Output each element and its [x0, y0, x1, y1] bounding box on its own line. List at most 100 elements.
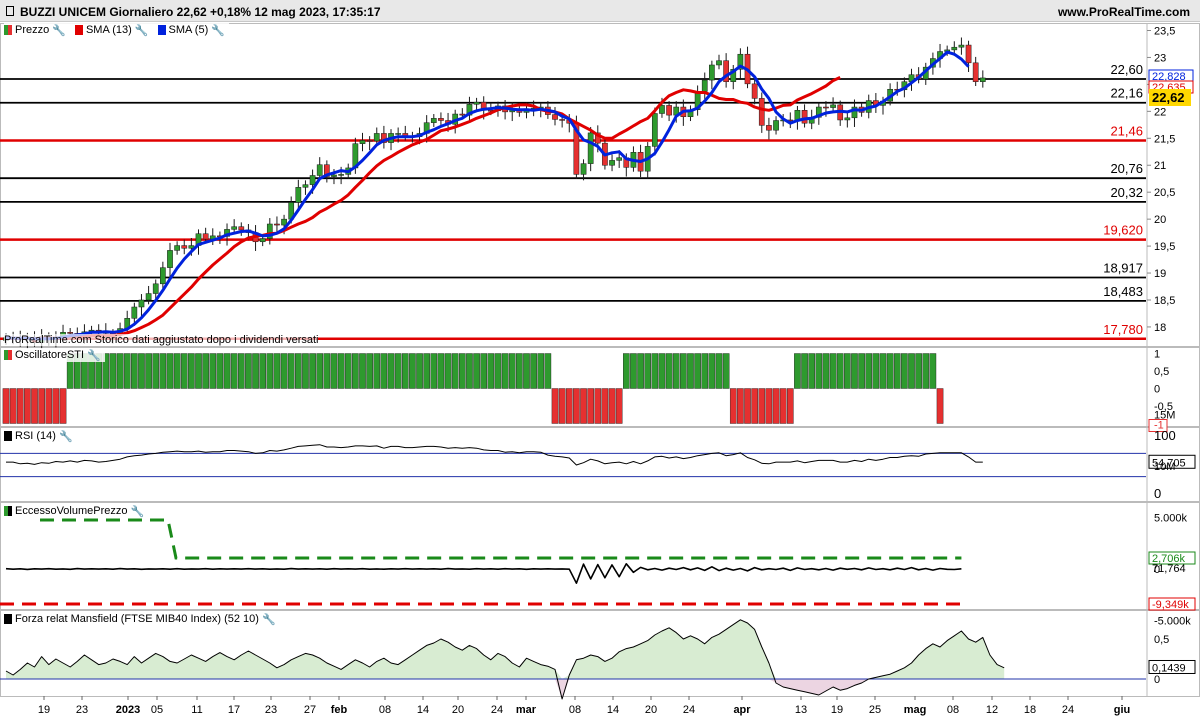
- candle-up: [302, 184, 309, 188]
- osc-legend: OscillatoreSTI 🔧: [4, 348, 105, 362]
- candle-down: [238, 226, 245, 231]
- osc-bar-up: [387, 353, 395, 389]
- candle-up: [174, 245, 180, 251]
- candle-up: [716, 60, 722, 66]
- osc-bar-up: [893, 353, 901, 389]
- candle-up: [580, 163, 587, 175]
- last-price-label: 22,62: [1152, 90, 1185, 105]
- osc-bar-down: [573, 388, 580, 424]
- wrench-icon[interactable]: 🔧: [211, 24, 225, 37]
- osc-bar-down: [31, 388, 38, 424]
- data-note: ProRealTime.com Storico dati aggiustato …: [4, 334, 319, 346]
- price-y-label: 20: [1154, 214, 1166, 226]
- candle-down: [766, 125, 772, 131]
- level-label: 19,620: [1103, 223, 1143, 238]
- osc-bar-up: [173, 353, 181, 389]
- osc-bar-up: [273, 353, 281, 389]
- sma5-swatch-icon: [157, 25, 166, 35]
- mans-y-label: 0,5: [1154, 634, 1169, 646]
- candle-up: [709, 64, 715, 81]
- legend-sma5: SMA (5): [168, 24, 209, 36]
- x-tick-label: feb: [331, 704, 348, 716]
- wrench-icon[interactable]: 🔧: [135, 24, 149, 37]
- osc-bar-down: [16, 388, 24, 424]
- evp-last-label: 71,764: [1152, 563, 1186, 575]
- price-y-label: 23,5: [1154, 25, 1175, 37]
- candle-up: [131, 306, 138, 319]
- osc-bar-up: [480, 353, 488, 389]
- osc-bar-down: [580, 388, 587, 424]
- osc-bar-up: [879, 353, 887, 389]
- osc-bar-up: [266, 353, 274, 389]
- candle-up: [152, 283, 159, 294]
- osc-bar-down: [9, 388, 17, 424]
- osc-bar-up: [922, 353, 930, 389]
- x-tick-label: 19: [831, 704, 843, 716]
- price-y-label: 19: [1154, 268, 1166, 280]
- osc-bar-down: [601, 388, 609, 424]
- osc-bar-up: [516, 353, 523, 389]
- level-label: 22,16: [1110, 86, 1143, 101]
- candle-up: [844, 117, 851, 121]
- osc-bar-up: [309, 353, 316, 389]
- sma13-swatch-icon: [74, 25, 83, 35]
- osc-bar-down: [594, 388, 602, 424]
- osc-bar-up: [829, 353, 837, 389]
- x-tick-label: 20: [645, 704, 657, 716]
- osc-bar-up: [722, 353, 730, 389]
- wrench-icon[interactable]: 🔧: [52, 24, 66, 37]
- chart-title: BUZZI UNICEM Giornaliero 22,62 +0,18% 12…: [20, 5, 381, 19]
- x-tick-label: 23: [265, 704, 277, 716]
- osc-bar-up: [394, 353, 402, 389]
- osc-bar-up: [202, 353, 209, 389]
- osc-bar-down: [59, 388, 67, 424]
- osc-bar-up: [858, 353, 865, 389]
- osc-bar-up: [708, 353, 716, 389]
- candle-down: [559, 119, 565, 121]
- osc-bar-up: [908, 353, 915, 389]
- wrench-icon[interactable]: 🔧: [87, 349, 101, 362]
- osc-bar-down: [558, 388, 566, 424]
- candle-down: [438, 118, 444, 121]
- osc-bar-down: [772, 388, 780, 424]
- osc-bar-down: [587, 388, 594, 424]
- osc-bar-up: [252, 353, 259, 389]
- osc-bar-up: [330, 353, 338, 389]
- candle-down: [202, 233, 209, 240]
- osc-bar-up: [216, 353, 224, 389]
- osc-bar-up: [501, 353, 509, 389]
- candle-up: [473, 101, 480, 105]
- osc-bar-down: [936, 388, 944, 424]
- osc-bar-up: [630, 353, 637, 389]
- candle-down: [823, 106, 829, 109]
- wrench-icon[interactable]: 🔧: [59, 430, 73, 443]
- osc-bar-up: [237, 353, 245, 389]
- osc-bar-up: [123, 353, 131, 389]
- osc-bar-up: [109, 353, 117, 389]
- osc-bar-up: [280, 353, 288, 389]
- candle-up: [138, 299, 145, 308]
- x-tick-label: 24: [683, 704, 695, 716]
- osc-bar-down: [744, 388, 751, 424]
- evp-y-label: 10M: [1154, 461, 1175, 473]
- rsi-y-label: 100: [1154, 428, 1176, 443]
- evp-line: [5, 562, 962, 585]
- wrench-icon[interactable]: 🔧: [262, 613, 276, 626]
- osc-bar-up: [245, 353, 252, 389]
- wrench-icon[interactable]: 🔧: [131, 505, 145, 518]
- x-tick-label: 11: [191, 704, 202, 716]
- osc-bar-up: [366, 353, 373, 389]
- candle-up: [309, 175, 316, 185]
- candle-up: [281, 218, 287, 226]
- osc-swatch-icon: [4, 350, 12, 360]
- level-label: 18,917: [1103, 261, 1143, 276]
- osc-bar-up: [658, 353, 666, 389]
- osc-bar-up: [915, 353, 922, 389]
- osc-bar-up: [687, 353, 694, 389]
- candle-up: [316, 164, 323, 176]
- osc-bar-down: [758, 388, 766, 424]
- osc-bar-up: [152, 353, 160, 389]
- evp-lower-label: -9,349k: [1152, 599, 1189, 611]
- site-link[interactable]: www.ProRealTime.com: [1058, 5, 1190, 19]
- chart-type-icon: [6, 6, 14, 16]
